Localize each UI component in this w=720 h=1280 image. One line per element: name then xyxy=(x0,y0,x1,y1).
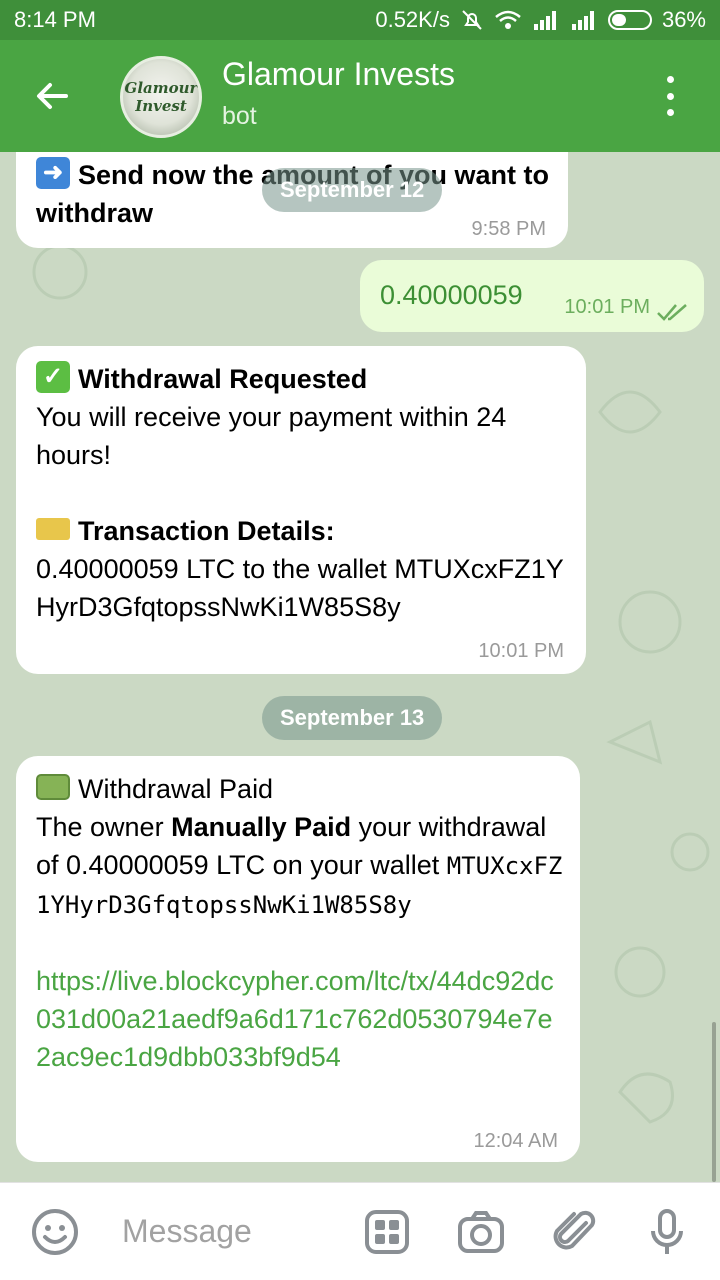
signal-icon xyxy=(532,10,560,30)
camera-icon[interactable] xyxy=(456,1207,506,1257)
battery-icon xyxy=(607,10,652,30)
back-arrow-icon[interactable] xyxy=(30,74,74,118)
menu-dots-icon[interactable] xyxy=(656,76,684,116)
network-speed: 0.52K/s xyxy=(375,7,450,32)
scrollbar[interactable] xyxy=(712,1022,716,1182)
sticker-grid-icon[interactable] xyxy=(362,1207,412,1257)
emoji-icon[interactable] xyxy=(30,1207,80,1257)
money-icon xyxy=(36,774,70,800)
signal-icon xyxy=(570,10,598,30)
message-text: 0.40000059 xyxy=(380,280,523,310)
check-mark-icon: ✓ xyxy=(36,361,70,393)
transaction-details: 0.40000059 LTC to the wallet MTUXcxFZ1YH… xyxy=(36,554,564,622)
arrow-right-icon: ➜ xyxy=(36,157,70,189)
avatar[interactable]: Glamour Invest xyxy=(120,56,202,138)
message-body: Withdrawal Paid The owner Manually Paid … xyxy=(36,770,566,1076)
date-separator: September 13 xyxy=(262,696,443,740)
chat-header: Glamour Invest Glamour Invests bot xyxy=(0,40,720,152)
message-bubble-outgoing[interactable]: 0.40000059 10:01 PM xyxy=(360,260,704,332)
transaction-details-heading: Transaction Details: xyxy=(78,516,335,546)
transaction-link[interactable]: https://live.blockcypher.com/ltc/tx/44dc… xyxy=(36,962,566,1076)
chat-title[interactable]: Glamour Invests xyxy=(222,56,455,93)
message-time: 10:01 PM xyxy=(564,296,650,318)
double-check-icon xyxy=(656,294,690,332)
chat-area[interactable]: ➜Send now the amount of you want to with… xyxy=(0,152,720,1182)
mic-icon[interactable] xyxy=(642,1207,692,1257)
wifi-icon xyxy=(494,9,522,31)
message-time: 10:01 PM xyxy=(478,640,564,662)
withdrawal-paid-heading: Withdrawal Paid xyxy=(78,774,274,804)
avatar-text-line2: Invest xyxy=(135,97,187,115)
message-time: 12:04 AM xyxy=(473,1130,558,1152)
battery-level: 36% xyxy=(661,7,706,32)
message-time: 9:58 PM xyxy=(471,218,546,240)
status-right: 0.52K/s 36% xyxy=(375,7,706,33)
status-bar: 8:14 PM 0.52K/s 36% xyxy=(0,0,720,40)
attach-icon[interactable] xyxy=(550,1207,600,1257)
chat-subtitle: bot xyxy=(222,102,257,130)
withdrawal-requested-heading: Withdrawal Requested xyxy=(78,364,368,394)
message-paragraph: The owner Manually Paid your withdrawal … xyxy=(36,812,563,919)
message-input-bar: Message xyxy=(0,1182,720,1280)
avatar-text-line1: Glamour xyxy=(124,79,198,97)
credit-card-icon xyxy=(36,518,70,540)
message-line: You will receive your payment within 24 … xyxy=(36,402,507,470)
message-bubble[interactable]: Withdrawal Paid The owner Manually Paid … xyxy=(16,756,580,1162)
message-input[interactable]: Message xyxy=(122,1213,252,1250)
status-time: 8:14 PM xyxy=(14,7,96,32)
date-separator: September 12 xyxy=(262,168,443,212)
message-bubble[interactable]: ✓ Withdrawal Requested You will receive y… xyxy=(16,346,586,674)
silent-icon xyxy=(460,8,484,32)
message-body: ✓ Withdrawal Requested You will receive y… xyxy=(36,360,572,626)
